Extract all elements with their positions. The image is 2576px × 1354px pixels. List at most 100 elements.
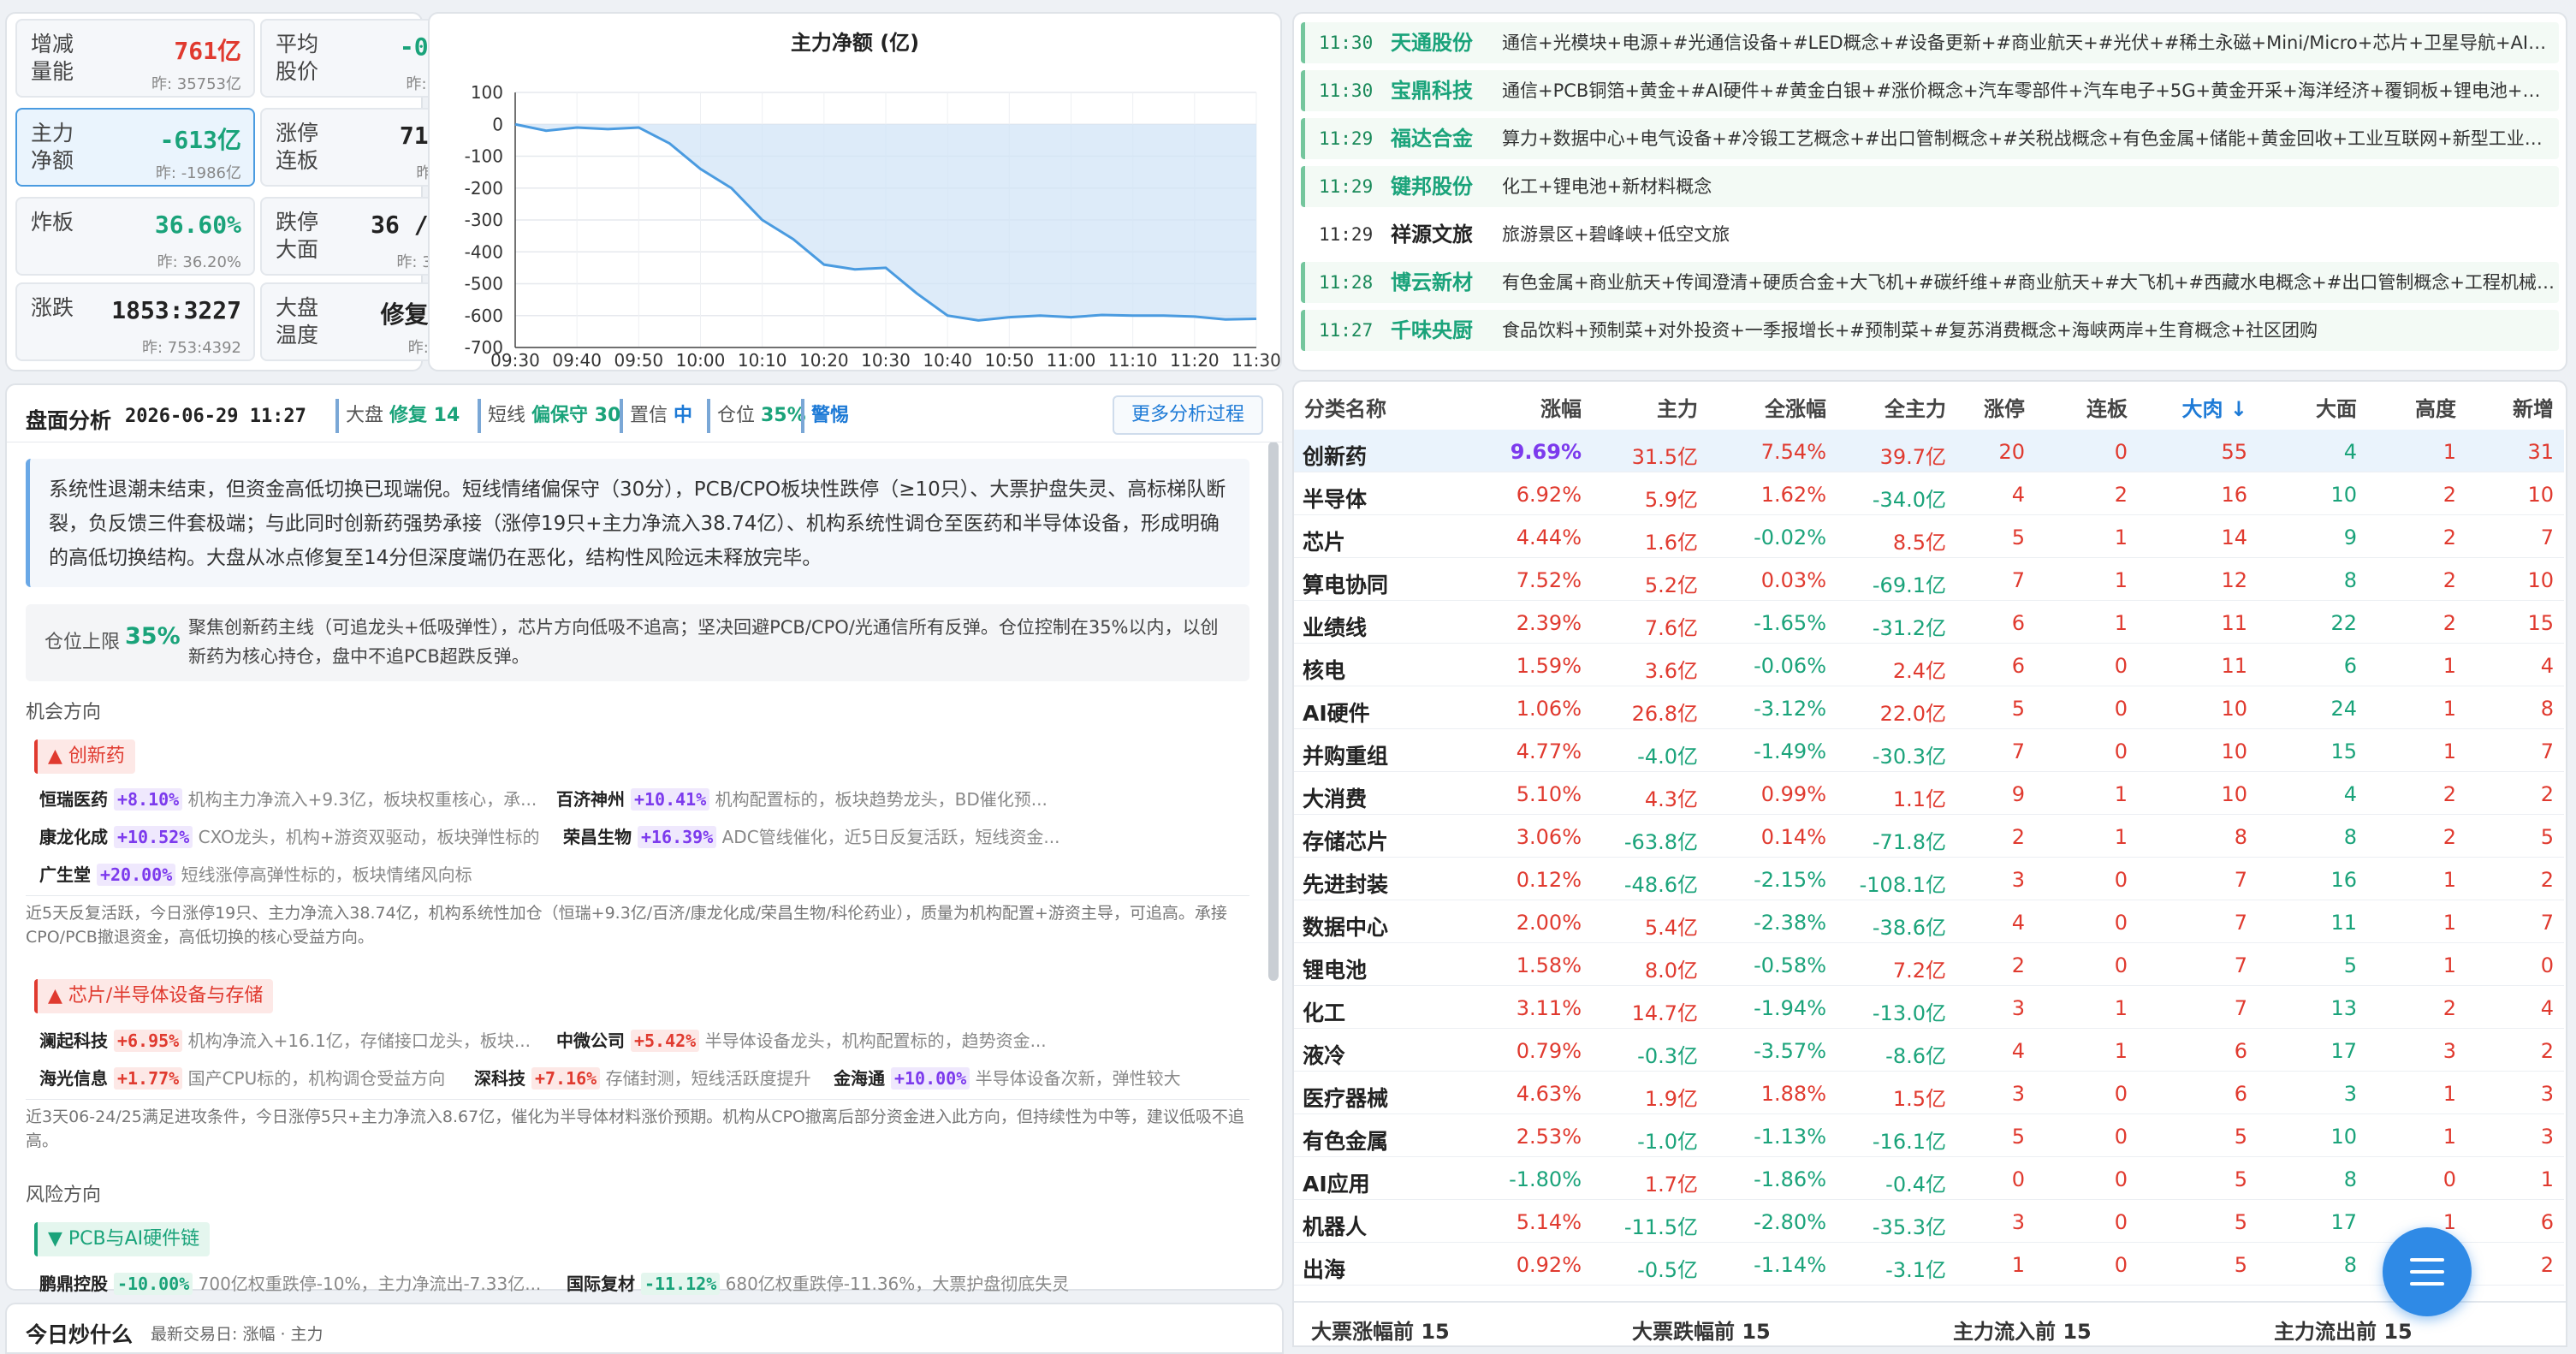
cell-col-8: 8 — [2343, 1167, 2357, 1191]
cell-col-5: 6 — [2011, 611, 2025, 635]
cell-col-7: 7 — [2234, 868, 2247, 892]
stock-change: +1.77% — [113, 1067, 183, 1090]
table-row[interactable]: 存储芯片 3.06% -63.8亿 0.14% -71.8亿 2 1 8 8 2 5 — [1294, 815, 2564, 858]
y-tick-label: -200 — [465, 178, 503, 199]
tag-value: 中 — [674, 405, 693, 426]
column-header-1[interactable]: 涨幅 — [1540, 392, 1582, 422]
cell-col-3: -1.14% — [1754, 1253, 1826, 1277]
table-row[interactable]: AI硬件 1.06% 26.8亿 -3.12% 22.0亿 5 0 10 24 1 8 — [1294, 686, 2564, 729]
cell-col-2: -0.3亿 — [1637, 1044, 1698, 1068]
news-stock-name[interactable]: 博云新材 — [1391, 262, 1473, 303]
table-row[interactable]: 化工 3.11% 14.7亿 -1.94% -13.0亿 3 1 7 13 2 4 — [1294, 986, 2564, 1029]
stat-card[interactable]: 炸板 36.60% 昨: 36.20% — [15, 197, 255, 276]
cell-col-0: 大消费 — [1303, 787, 1368, 811]
column-header-8[interactable]: 大面 — [2316, 392, 2357, 422]
table-row[interactable]: AI应用 -1.80% 1.7亿 -1.86% -0.4亿 0 0 5 8 0 1 — [1294, 1157, 2564, 1200]
news-item[interactable]: 11:28 博云新材 有色金属+商业航天+传闻澄清+硬质合金+大飞机+#碳纤维+#商… — [1301, 262, 2559, 303]
table-row[interactable]: 液冷 0.79% -0.3亿 -3.57% -8.6亿 4 1 6 17 3 2 — [1294, 1029, 2564, 1072]
table-row[interactable]: 半导体 6.92% 5.9亿 1.62% -34.0亿 4 2 16 10 2 10 — [1294, 472, 2564, 515]
cell-col-10: 6 — [2540, 1210, 2554, 1234]
news-stock-name[interactable]: 祥源文旅 — [1391, 214, 1473, 255]
news-item[interactable]: 11:27 千味央厨 食品饮料+预制菜+对外投资+一季报增长+#预制菜+#复苏消费概… — [1301, 310, 2559, 351]
table-row[interactable]: 核电 1.59% 3.6亿 -0.06% 2.4亿 6 0 11 6 1 4 — [1294, 644, 2564, 686]
table-row[interactable]: 芯片 4.44% 1.6亿 -0.02% 8.5亿 5 1 14 9 2 7 — [1294, 515, 2564, 558]
table-row[interactable]: 出海0.92%-0.5亿-1.14%-3.1亿105812 — [1294, 1243, 2564, 1286]
table-row[interactable]: 并购重组 4.77% -4.0亿 -1.49% -30.3亿 7 0 10 15 1 7 — [1294, 729, 2564, 772]
stat-card[interactable]: 增减量能 761亿 昨: 35753亿 — [15, 19, 255, 98]
table-row[interactable]: 先进封装 0.12% -48.6亿 -2.15% -108.1亿 3 0 7 16 1 2 — [1294, 858, 2564, 900]
news-item[interactable]: 11:30 天通股份 通信+光模块+电源+#光通信设备+#LED概念+#设备更新+#… — [1301, 22, 2559, 63]
column-header-2[interactable]: 主力 — [1657, 392, 1698, 422]
stock-item[interactable]: 康龙化成 +10.52% CXO龙头，机构+游资双驱动，板块弹性标的 — [39, 823, 540, 848]
stat-label: 平均股价 — [276, 32, 319, 84]
column-header-6[interactable]: 连板 — [2086, 392, 2128, 422]
stock-item[interactable]: 百济神州 +10.41% 机构配置标的，板块趋势龙头，BD催化预... — [556, 786, 1048, 811]
bottom-tab[interactable]: 大票跌幅前 15 — [1632, 1315, 1771, 1345]
stock-item[interactable]: 金海通 +10.00% 半导体设备次新，弹性较大 — [834, 1065, 1181, 1090]
tag-value: 修复 — [389, 405, 428, 426]
stat-card[interactable]: 主力净额 -613亿 昨: -1986亿 — [15, 108, 255, 187]
cell-col-6: 1 — [2114, 825, 2128, 849]
stock-item[interactable]: 中微公司 +5.42% 半导体设备龙头，机构配置标的，趋势资金... — [556, 1027, 1047, 1052]
x-tick-label: 10:00 — [676, 350, 726, 370]
category-2-note: 近3天06-24/25满足进攻条件，今日涨停5只+主力净流入8.67亿，催化为半… — [26, 1099, 1249, 1153]
news-stock-name[interactable]: 天通股份 — [1391, 22, 1473, 63]
stat-value: 1853:3227 — [111, 296, 241, 324]
table-row[interactable]: 创新药 9.69% 31.5亿 7.54% 39.7亿 20 0 55 4 1 31 — [1294, 430, 2564, 472]
column-header-7[interactable]: 大肉 ↓ — [2182, 392, 2247, 422]
cell-col-2: 5.2亿 — [1644, 573, 1698, 597]
column-header-10[interactable]: 新增 — [2513, 392, 2554, 422]
cell-col-5: 4 — [2011, 1039, 2025, 1063]
cell-col-6: 0 — [2114, 654, 2128, 678]
table-row[interactable]: 数据中心 2.00% 5.4亿 -2.38% -38.6亿 4 0 7 11 1 7 — [1294, 900, 2564, 943]
table-row[interactable]: 机器人 5.14% -11.5亿 -2.80% -35.3亿 3 0 5 17 1 6 — [1294, 1200, 2564, 1243]
news-stock-name[interactable]: 千味央厨 — [1391, 310, 1473, 351]
cell-col-6: 0 — [2114, 1082, 2128, 1106]
stock-desc: 国产CPU标的，机构调仓受益方向 — [182, 1068, 446, 1089]
stock-item[interactable]: 荣昌生物 +16.39% ADC管线催化，近5日反复活跃，短线资金... — [563, 823, 1059, 848]
stock-item[interactable]: 国际复材 -11.12% 680亿权重跌停-11.36%，大票护盘彻底失灵 — [567, 1270, 1069, 1295]
cell-col-4: -3.1亿 — [1885, 1258, 1946, 1282]
category-pcb-ai[interactable]: ▼ PCB与AI硬件链 — [34, 1222, 211, 1256]
stock-item[interactable]: 海光信息 +1.77% 国产CPU标的，机构调仓受益方向 — [39, 1065, 445, 1090]
column-header-4[interactable]: 全主力 — [1885, 392, 1946, 422]
news-time: 11:29 — [1319, 128, 1374, 149]
column-header-9[interactable]: 高度 — [2415, 392, 2456, 422]
analysis-scrollbar[interactable] — [1268, 442, 1279, 981]
bottom-tab[interactable]: 主力流入前 15 — [1953, 1315, 2092, 1345]
table-row[interactable]: 有色金属 2.53% -1.0亿 -1.13% -16.1亿 5 0 5 10 1 3 — [1294, 1114, 2564, 1157]
news-stock-name[interactable]: 键邦股份 — [1391, 166, 1473, 207]
cell-col-8: 17 — [2330, 1039, 2357, 1063]
column-header-0[interactable]: 分类名称 — [1304, 392, 1386, 422]
bottom-tab[interactable]: 大票涨幅前 15 — [1311, 1315, 1450, 1345]
stock-item[interactable]: 深科技 +7.16% 存储封测，短线活跃度提升 — [474, 1065, 811, 1090]
stock-item[interactable]: 广生堂 +20.00% 短线涨停高弹性标的，板块情绪风向标 — [39, 861, 472, 886]
bottom-tab[interactable]: 主力流出前 15 — [2274, 1315, 2413, 1345]
news-item[interactable]: 11:29 福达合金 算力+数据中心+电气设备+#冷锻工艺概念+#出口管制概念+#关… — [1301, 118, 2559, 159]
table-row[interactable]: 算电协同 7.52% 5.2亿 0.03% -69.1亿 7 1 12 8 2 10 — [1294, 558, 2564, 601]
category-innovative-drug[interactable]: ▲ 创新药 — [34, 739, 135, 774]
stock-item[interactable]: 澜起科技 +6.95% 机构净流入+16.1亿，存储接口龙头，板块... — [39, 1027, 531, 1052]
news-item[interactable]: 11:29 祥源文旅 旅游景区+碧峰峡+低空文旅 — [1301, 214, 2559, 255]
stat-card[interactable]: 涨跌 1853:3227 昨: 753:4392 — [15, 282, 255, 361]
stock-desc: 机构配置标的，板块趋势龙头，BD催化预... — [709, 789, 1048, 810]
news-stock-name[interactable]: 福达合金 — [1391, 118, 1473, 159]
news-item[interactable]: 11:29 键邦股份 化工+锂电池+新材料概念 — [1301, 166, 2559, 207]
table-row[interactable]: 锂电池 1.58% 8.0亿 -0.58% 7.2亿 2 0 7 5 1 0 — [1294, 943, 2564, 986]
column-header-3[interactable]: 全涨幅 — [1765, 392, 1826, 422]
news-concepts: 算力+数据中心+电气设备+#冷锻工艺概念+#出口管制概念+#关税战概念+有色金属… — [1502, 128, 2555, 149]
table-row[interactable]: 业绩线 2.39% 7.6亿 -1.65% -31.2亿 6 1 11 22 2 15 — [1294, 601, 2564, 644]
news-stock-name[interactable]: 宝鼎科技 — [1391, 70, 1473, 111]
table-row[interactable]: 医疗器械 4.63% 1.9亿 1.88% 1.5亿 3 0 6 3 1 3 — [1294, 1072, 2564, 1114]
cell-col-3: -1.49% — [1754, 739, 1826, 763]
table-row[interactable]: 大消费 5.10% 4.3亿 0.99% 1.1亿 9 1 10 4 2 2 — [1294, 772, 2564, 815]
news-item[interactable]: 11:30 宝鼎科技 通信+PCB铜箔+黄金+#AI硬件+#黄金白银+#涨价概念+汽… — [1301, 70, 2559, 111]
cell-col-3: -3.57% — [1754, 1039, 1826, 1063]
category-chip-semi[interactable]: ▲ 芯片/半导体设备与存储 — [34, 979, 274, 1013]
stock-item[interactable]: 恒瑞医药 +8.10% 机构主力净流入+9.3亿，板块权重核心，承... — [39, 786, 537, 811]
x-tick-label: 09:50 — [614, 350, 664, 370]
more-analysis-button[interactable]: 更多分析过程 — [1113, 395, 1263, 435]
stock-item[interactable]: 鹏鼎控股 -10.00% 700亿权重跌停-10%，主力净流出-7.33亿... — [39, 1270, 541, 1295]
column-header-5[interactable]: 涨停 — [1984, 392, 2025, 422]
menu-fab[interactable] — [2383, 1227, 2472, 1316]
